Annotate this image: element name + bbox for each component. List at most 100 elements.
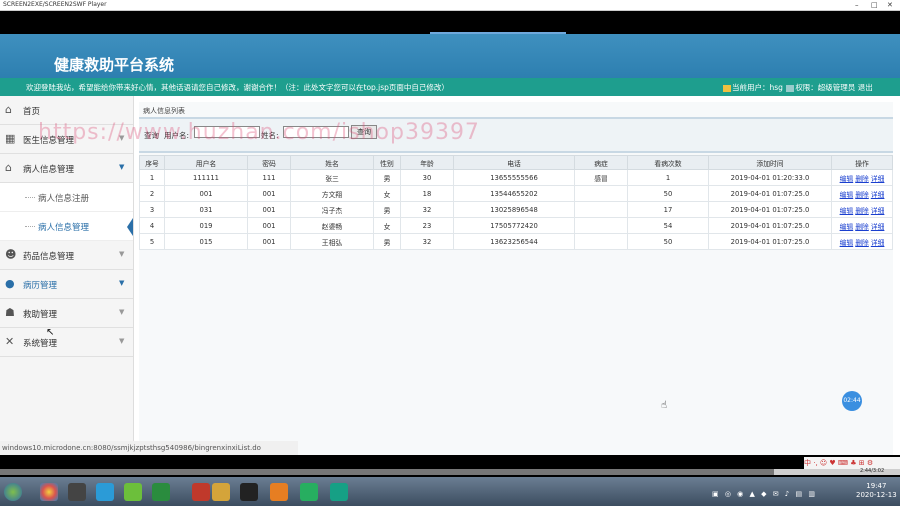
detail-link[interactable]: 详细 (871, 191, 885, 199)
browser-icon[interactable] (96, 483, 114, 501)
app-window: 健康救助平台系统 欢迎登陆我站，希望能给你带来好心情，其他话语请您自己修改，谢谢… (0, 34, 900, 455)
chevron-down-icon: ▼ (119, 279, 125, 287)
table-cell: 54 (627, 217, 709, 234)
logout-link[interactable]: 退出 (858, 83, 873, 92)
sidebar-item-record[interactable]: ● 病历管理 ▼ (0, 270, 133, 299)
delete-link[interactable]: 删除 (855, 239, 869, 247)
sidebar-subitem-manage[interactable]: 病人信息管理 (0, 212, 133, 241)
sidebar-item-rescue[interactable]: ☗ 救助管理 ▼ (0, 299, 133, 328)
table-row: 1 111111 111 张三男 30 13655555566 感冒 1 2019-04-01 … (139, 169, 893, 186)
table-cell: 001 (247, 185, 291, 202)
table-cell: 17505772420 (453, 217, 575, 234)
column-header: 性别 (373, 155, 401, 170)
delete-link[interactable]: 删除 (855, 223, 869, 231)
sidebar-subitem-label: 病人信息注册 (38, 194, 90, 204)
row-actions: 编辑 删除 详细 (831, 185, 893, 202)
table-cell: 1 (627, 169, 709, 186)
sidebar-subitem-register[interactable]: 病人信息注册 (0, 183, 133, 212)
role-label: 权限：超级管理员 (795, 83, 856, 92)
table-cell: 女 (373, 185, 401, 202)
flash-icon[interactable] (192, 483, 210, 501)
column-header: 电话 (453, 155, 575, 170)
ime-toolbar[interactable]: 中 ·, ☺ ♥ ⌨ ♣ ⊞ ⚙ (804, 457, 900, 469)
sidebar-item-label: 首页 (23, 107, 41, 117)
delete-link[interactable]: 删除 (855, 207, 869, 215)
taskbar-time: 19:47 (866, 482, 887, 490)
table-cell: 50 (627, 233, 709, 250)
sidebar-item-system[interactable]: ✕ 系统管理 ▼ (0, 328, 133, 357)
table-cell: 13655555566 (453, 169, 575, 186)
app-header: 健康救助平台系统 (0, 34, 900, 78)
edit-link[interactable]: 编辑 (840, 191, 854, 199)
chevron-down-icon: ▼ (119, 337, 125, 345)
home-icon: ⌂ (5, 103, 12, 116)
table-cell: 13544655202 (453, 185, 575, 202)
edit-link[interactable]: 编辑 (840, 207, 854, 215)
sidebar-item-medicine[interactable]: ☻ 药品信息管理 ▼ (0, 241, 133, 270)
media-icon[interactable] (270, 483, 288, 501)
sidebar-item-label: 药品信息管理 (23, 252, 75, 262)
row-actions: 编辑 删除 详细 (831, 217, 893, 234)
detail-link[interactable]: 详细 (871, 239, 885, 247)
table-cell: 001 (164, 185, 248, 202)
delete-link[interactable]: 删除 (855, 175, 869, 183)
table-cell: 冯子杰 (290, 201, 374, 218)
column-header: 病症 (574, 155, 628, 170)
column-header: 密码 (247, 155, 291, 170)
chrome-icon[interactable] (40, 483, 58, 501)
table-cell: 111111 (164, 169, 248, 186)
start-button[interactable] (4, 483, 22, 501)
table-cell: 2019-04-01 01:20:33.0 (708, 169, 832, 186)
system-tray[interactable]: ▣ ◎ ◉ ▲ ◆ ✉ ♪ ▤ ▥ (712, 490, 817, 498)
table-cell: 1 (139, 169, 165, 186)
app-window-icon[interactable] (68, 483, 86, 501)
detail-link[interactable]: 详细 (871, 175, 885, 183)
table-cell: 男 (373, 169, 401, 186)
users-icon: ☻ (5, 248, 17, 261)
minimize-icon[interactable]: – (855, 0, 859, 10)
delete-link[interactable]: 删除 (855, 191, 869, 199)
table-cell: 5 (139, 233, 165, 250)
detail-link[interactable]: 详细 (871, 207, 885, 215)
mouse-cursor-icon: ↖ (46, 327, 55, 338)
spreadsheet-icon[interactable] (152, 483, 170, 501)
edit-link[interactable]: 编辑 (840, 223, 854, 231)
main-content: 病人信息列表 查询 用户名: 姓名: 查询 序号 用户名 密码 姓名 性别 年龄… (139, 102, 893, 455)
column-header: 看病次数 (627, 155, 709, 170)
sidebar-item-patient[interactable]: ⌂ 病人信息管理 ▼ (0, 154, 133, 183)
sidebar-item-label: 救助管理 (23, 310, 58, 320)
table-cell: 感冒 (574, 169, 628, 186)
table-cell (574, 201, 628, 218)
player-progress[interactable]: 2:44/3:02 (0, 468, 900, 475)
player-progress-fill (0, 469, 774, 475)
tree-line (25, 197, 35, 198)
table-cell: 17 (627, 201, 709, 218)
detail-link[interactable]: 详细 (871, 223, 885, 231)
wechat-icon[interactable] (300, 483, 318, 501)
window-titlebar: SCREEN2EXE/SCREEN2SWF Player – □ ✕ (0, 0, 900, 11)
qq-icon[interactable] (240, 483, 258, 501)
table-cell: 2 (139, 185, 165, 202)
app-green-icon[interactable] (124, 483, 142, 501)
user-plus-icon: ☗ (5, 306, 15, 319)
table-cell: 32 (400, 201, 454, 218)
player-top-band (0, 11, 900, 34)
breadcrumb: 病人信息列表 (143, 107, 185, 115)
table-cell: 111 (247, 169, 291, 186)
table-cell: 男 (373, 201, 401, 218)
table-cell: 方文翔 (290, 185, 374, 202)
chevron-down-icon: ▼ (119, 163, 125, 171)
app-icon[interactable] (330, 483, 348, 501)
table-row: 4 019 001 赵婆畅女 23 17505772420 54 2019-04-01 01:… (139, 217, 893, 234)
close-icon[interactable]: ✕ (887, 0, 893, 10)
maximize-icon[interactable]: □ (871, 0, 878, 10)
edit-link[interactable]: 编辑 (840, 175, 854, 183)
table-cell: 18 (400, 185, 454, 202)
table-row: 2 001 001 方文翔女 18 13544655202 50 2019-04-01 01:… (139, 185, 893, 202)
patient-table: 序号 用户名 密码 姓名 性别 年龄 电话 病症 看病次数 添加时间 操作 11… (139, 155, 893, 250)
grid-icon: ▦ (5, 132, 16, 145)
user-icon: ● (5, 277, 15, 290)
folder-icon[interactable] (212, 483, 230, 501)
player-controls: 中 ·, ☺ ♥ ⌨ ♣ ⊞ ⚙ 2:44/3:02 (0, 455, 900, 477)
edit-link[interactable]: 编辑 (840, 239, 854, 247)
